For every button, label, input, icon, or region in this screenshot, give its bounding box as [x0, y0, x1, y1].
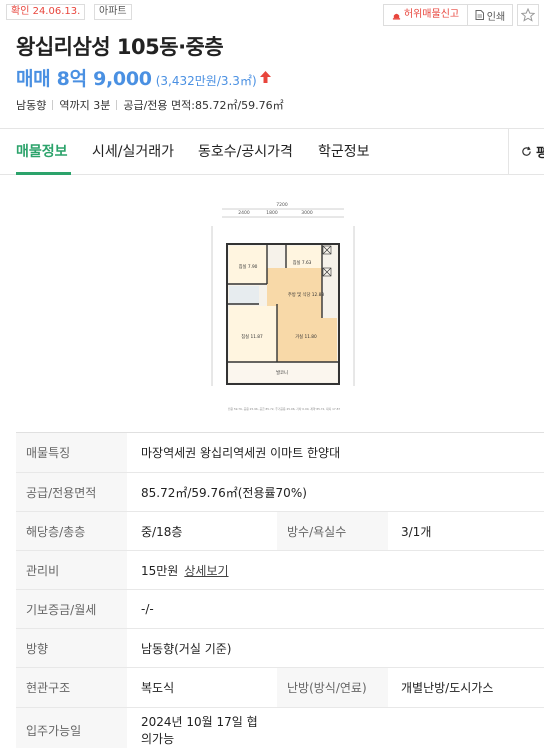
tab-listing-info[interactable]: 매물정보 — [16, 141, 68, 161]
movein-value-line2: 의가능 — [141, 731, 175, 746]
price-per-area: (3,432만원/3.3㎡) — [155, 74, 257, 88]
row-area: 공급/전용면적 85.72㎡/59.76㎡(전용률70%) — [16, 473, 544, 512]
refresh-icon — [522, 146, 531, 156]
movein-value-line1: 2024년 10월 17일 협 — [141, 714, 258, 729]
entrance-label: 현관구조 — [16, 668, 127, 707]
print-button[interactable]: 인쇄 — [467, 4, 513, 26]
floor-plan-image[interactable]: 7200 2400 1800 3000 침실 7.90 침실 7.63 주방 및… — [210, 198, 358, 416]
heating-value: 개별난방/도시가스 — [401, 681, 494, 695]
print-label: 인쇄 — [486, 11, 506, 23]
pyeong-toggle-button[interactable]: 평 — [508, 128, 544, 175]
row-move-in: 입주가능일 2024년 10월 17일 협 의가능 — [16, 708, 544, 748]
mgmt-detail-link[interactable]: 상세보기 — [184, 562, 228, 579]
tab-bar: 매물정보 시세/실거래가 동호수/공시가격 학군정보 평 — [0, 128, 544, 175]
direction-info: 남동향 — [16, 99, 47, 112]
heating-label: 난방(방식/연료) — [277, 668, 388, 707]
mgmt-value: 15만원 — [141, 563, 179, 578]
info-divider — [52, 100, 54, 110]
price-main: 매매 8억 9,000 — [16, 68, 152, 90]
deposit-label: 기보증금/월세 — [16, 590, 127, 628]
movein-label: 입주가능일 — [16, 708, 127, 748]
room-label-balcony: 발코니 — [276, 369, 288, 376]
entrance-value: 복도식 — [141, 681, 175, 695]
area-info: 공급/전용 면적:85.72㎡/59.76㎡ — [123, 99, 284, 112]
row-direction: 방향 남동향(거실 기준) — [16, 629, 544, 668]
floor-value: 중/18층 — [141, 524, 183, 539]
tab-unit-official-price[interactable]: 동호수/공시가격 — [198, 141, 293, 161]
pyeong-label: 평 — [536, 142, 544, 161]
info-divider — [116, 100, 118, 110]
property-type-badge: 아파트 — [94, 4, 132, 20]
dim-top-1: 2400 — [238, 210, 250, 216]
report-label: 허위매물신고 — [403, 9, 460, 20]
row-entrance-heating: 현관구조 복도식 난방(방식/연료) 개별난방/도시가스 — [16, 668, 544, 708]
arrow-up-icon — [259, 71, 271, 83]
dim-top-3: 3000 — [301, 210, 313, 216]
listing-details-table: 매물특징 마장역세권 왕십리역세권 이마트 한양대 공급/전용면적 85.72㎡… — [16, 432, 544, 748]
floor-label: 해당층/총층 — [16, 512, 127, 550]
active-tab-indicator — [16, 172, 71, 175]
mgmt-label: 관리비 — [16, 551, 127, 589]
features-label: 매물특징 — [16, 433, 127, 472]
room-label-bedroom-3: 침실 11.87 — [241, 333, 263, 340]
favorite-button[interactable] — [517, 4, 539, 26]
row-floor-rooms: 해당층/총층 중/18층 방수/욕실수 3/1개 — [16, 512, 544, 551]
mgmt-value-cell: 15만원 상세보기 — [127, 551, 229, 589]
deposit-value: -/- — [141, 602, 154, 616]
row-management-fee: 관리비 15만원 상세보기 — [16, 551, 544, 590]
row-deposit: 기보증금/월세 -/- — [16, 590, 544, 629]
tab-price-history[interactable]: 시세/실거래가 — [92, 141, 174, 161]
listing-title: 왕십리삼성 105동·중층 — [16, 35, 224, 59]
document-icon — [475, 10, 484, 20]
siren-icon — [392, 13, 400, 20]
dim-total-top: 7200 — [276, 202, 288, 208]
summary-info: 남동향 역까지 3분 공급/전용 면적:85.72㎡/59.76㎡ — [16, 97, 284, 113]
rooms-value: 3/1개 — [401, 524, 432, 539]
direction-value: 남동향(거실 기준) — [141, 641, 232, 656]
features-value: 마장역세권 왕십리역세권 이마트 한양대 — [141, 446, 341, 460]
room-label-living: 거실 11.80 — [295, 333, 317, 340]
area-value: 85.72㎡/59.76㎡(전용률70%) — [141, 485, 307, 500]
area-label: 공급/전용면적 — [16, 473, 127, 511]
direction-label: 방향 — [16, 629, 127, 667]
top-bar: 확인 24.06.13. 아파트 허위매물신고 인쇄 — [0, 0, 544, 28]
room-label-kitchen: 주방 및 식당 12.83 — [288, 291, 324, 298]
movein-value: 2024년 10월 17일 협 의가능 — [127, 708, 258, 748]
row-features: 매물특징 마장역세권 왕십리역세권 이마트 한양대 — [16, 433, 544, 473]
room-label-bedroom-2: 침실 7.63 — [293, 259, 312, 266]
price-row: 매매 8억 9,000 (3,432만원/3.3㎡) — [16, 64, 272, 90]
dim-top-2: 1800 — [266, 210, 278, 216]
confirm-date-badge: 확인 24.06.13. — [6, 4, 86, 20]
station-info: 역까지 3분 — [59, 99, 111, 112]
rooms-label: 방수/욕실수 — [277, 512, 388, 550]
floorplan-caption: 전용 59.76, 공용 25.96, 공급 85.72, 주거공용 25.96… — [228, 407, 341, 411]
star-icon — [521, 8, 535, 22]
report-false-listing-button[interactable]: 허위매물신고 — [383, 4, 468, 26]
tab-school-info[interactable]: 학군정보 — [318, 141, 370, 161]
room-label-bedroom-1: 침실 7.90 — [239, 263, 258, 270]
